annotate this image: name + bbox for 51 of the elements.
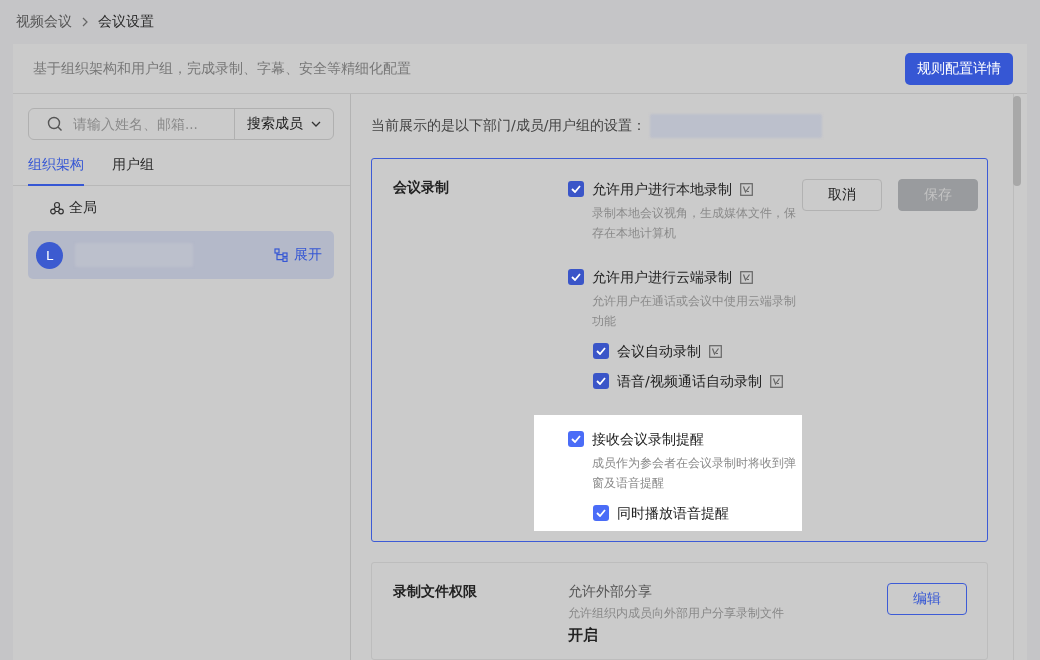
checkmark-icon (596, 377, 606, 385)
section-title: 录制文件权限 (393, 583, 478, 601)
setting-description: 允许组织内成员向外部用户分享录制文件 (568, 605, 784, 622)
checkbox[interactable] (593, 373, 609, 389)
section-title: 会议录制 (393, 179, 450, 197)
option-label: 接收会议录制提醒 (592, 430, 704, 449)
checkmark-icon (596, 347, 606, 355)
cancel-button[interactable]: 取消 (802, 179, 882, 211)
option-label: 会议自动录制 (617, 342, 701, 361)
avatar: L (36, 241, 63, 269)
tab[interactable]: 组织架构 (28, 156, 84, 186)
note-icon[interactable] (709, 345, 722, 358)
tab[interactable]: 用户组 (112, 156, 154, 186)
note-icon[interactable] (740, 271, 753, 284)
checkbox[interactable] (593, 505, 609, 521)
option-label: 允许用户进行本地录制 (592, 180, 732, 199)
setting-label: 允许外部分享 (568, 583, 653, 601)
checkbox[interactable] (568, 269, 584, 285)
search-icon (47, 116, 63, 132)
rules-detail-button[interactable]: 规则配置详情 (905, 52, 1013, 85)
breadcrumb-item: 会议设置 (98, 13, 154, 31)
option-description: 录制本地会议视角，生成媒体文件，保存在本地计算机 (592, 205, 797, 242)
checkmark-icon (571, 273, 581, 281)
chevron-down-icon (311, 119, 321, 129)
option-description: 允许用户在通话或会议中使用云端录制功能 (592, 293, 797, 330)
checkbox[interactable] (593, 343, 609, 359)
scope-label: 当前展示的是以下部门/成员/用户组的设置： (371, 117, 647, 135)
checkmark-icon (571, 435, 581, 443)
breadcrumb-item[interactable]: 视频会议 (16, 13, 72, 31)
option-label: 语音/视频通话自动录制 (617, 372, 762, 391)
org-tree-icon (274, 248, 288, 262)
tree-item[interactable]: L 展开 (28, 231, 334, 279)
option-description: 成员作为参会者在会议录制时将收到弹窗及语音提醒 (592, 455, 797, 492)
edit-button[interactable]: 编辑 (887, 583, 967, 615)
option-label: 同时播放语音提醒 (617, 504, 729, 523)
scrollbar-thumb[interactable] (1013, 96, 1021, 186)
network-icon (50, 201, 64, 215)
page-description: 基于组织架构和用户组，完成录制、字幕、安全等精细化配置 (33, 59, 411, 78)
checkmark-icon (596, 509, 606, 517)
note-icon[interactable] (740, 183, 753, 196)
chevron-right-icon (80, 17, 90, 27)
tree-root-label[interactable]: 全局 (69, 199, 97, 217)
search-field[interactable]: 请输入姓名、邮箱... 搜索成员 (28, 108, 334, 140)
checkbox[interactable] (568, 181, 584, 197)
note-icon[interactable] (769, 375, 783, 388)
checkmark-icon (571, 185, 581, 193)
search-scope-dropdown[interactable]: 搜索成员 (235, 109, 333, 139)
checkbox[interactable] (568, 431, 584, 447)
setting-value: 开启 (568, 626, 599, 645)
option-label: 允许用户进行云端录制 (592, 268, 732, 287)
expand-link[interactable]: 展开 (274, 246, 322, 264)
